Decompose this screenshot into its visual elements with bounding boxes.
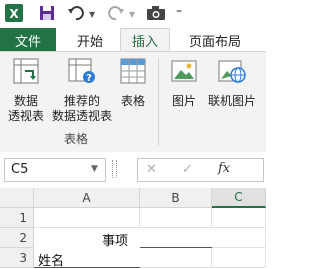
picture-label: 图片 bbox=[171, 94, 196, 108]
cell-a2[interactable]: 事项 bbox=[34, 228, 140, 249]
row-header-3[interactable]: 3 bbox=[0, 248, 34, 268]
name-box-dropdown-icon[interactable]: ▼ bbox=[91, 164, 98, 174]
worksheet-grid: A B C 1 2 3 事项 姓名 bbox=[0, 188, 266, 269]
camera-icon[interactable] bbox=[146, 3, 166, 23]
title-bar: X ▼ ▼ ⁼ bbox=[0, 0, 266, 28]
cell-b1[interactable] bbox=[140, 208, 212, 228]
quick-access-customize-icon[interactable]: ⁼ bbox=[176, 6, 182, 20]
undo-dropdown-icon[interactable]: ▼ bbox=[89, 10, 95, 19]
enter-icon[interactable]: ✓ bbox=[182, 162, 193, 177]
online-picture-icon bbox=[218, 58, 246, 88]
svg-text:?: ? bbox=[86, 73, 92, 84]
cell-b3[interactable] bbox=[140, 248, 212, 268]
name-box-value: C5 bbox=[11, 162, 29, 177]
recommended-pivot-icon: ? bbox=[68, 58, 96, 88]
column-header-a[interactable]: A bbox=[34, 188, 140, 208]
ribbon-tab-bar: 文件 开始 插入 页面布局 bbox=[0, 28, 266, 52]
cell-b2[interactable] bbox=[140, 228, 212, 248]
excel-app-icon[interactable]: X bbox=[4, 3, 24, 23]
cell-a3[interactable]: 姓名 bbox=[34, 248, 140, 269]
table-icon bbox=[120, 58, 146, 88]
row-header-1[interactable]: 1 bbox=[0, 208, 34, 228]
tab-insert[interactable]: 插入 bbox=[120, 28, 170, 52]
column-header-c[interactable]: C bbox=[212, 188, 266, 208]
table-button[interactable]: 表格 bbox=[116, 58, 150, 128]
table-label: 表格 bbox=[120, 94, 145, 108]
redo-dropdown-icon[interactable]: ▼ bbox=[129, 10, 135, 19]
picture-icon bbox=[171, 58, 197, 88]
name-box[interactable]: C5 ▼ bbox=[4, 158, 106, 182]
tab-file[interactable]: 文件 bbox=[0, 28, 56, 52]
online-picture-button[interactable]: 联机图片 bbox=[204, 58, 260, 128]
row-header-2[interactable]: 2 bbox=[0, 228, 34, 248]
undo-icon[interactable] bbox=[66, 3, 86, 23]
formula-bar-resize-handle[interactable] bbox=[112, 160, 117, 178]
select-all-corner[interactable] bbox=[0, 188, 34, 208]
group-separator bbox=[158, 58, 159, 146]
cell-c2[interactable] bbox=[212, 228, 266, 248]
tab-home[interactable]: 开始 bbox=[64, 28, 116, 52]
online-picture-label: 联机图片 bbox=[207, 94, 256, 108]
recommended-pivot-label-line2: 数据透视表 bbox=[51, 109, 112, 123]
ribbon-insert-panel: 数据 透视表 ? 推荐的 数据透视表 表格 表格 图片 联机图片 bbox=[0, 51, 266, 153]
insert-function-icon[interactable]: fx bbox=[218, 161, 230, 176]
svg-text:X: X bbox=[9, 7, 19, 21]
redo-icon[interactable] bbox=[106, 3, 126, 23]
group-label-tables: 表格 bbox=[64, 132, 89, 146]
column-header-b[interactable]: B bbox=[140, 188, 212, 208]
recommended-pivot-tables-button[interactable]: ? 推荐的 数据透视表 bbox=[50, 58, 114, 128]
recommended-pivot-label-line1: 推荐的 bbox=[63, 94, 100, 108]
cell-a1[interactable] bbox=[34, 208, 140, 228]
tab-page-layout[interactable]: 页面布局 bbox=[176, 28, 254, 52]
pivot-table-label-line1: 数据 bbox=[13, 94, 38, 108]
cell-a3-text: 姓名 bbox=[38, 254, 65, 269]
pivot-table-button[interactable]: 数据 透视表 bbox=[4, 58, 48, 128]
pivot-table-label-line2: 透视表 bbox=[7, 109, 44, 123]
cell-c1[interactable] bbox=[212, 208, 266, 228]
pivot-table-icon bbox=[13, 58, 39, 88]
cell-c3[interactable] bbox=[212, 248, 266, 268]
cancel-icon[interactable]: ✕ bbox=[146, 162, 157, 177]
picture-button[interactable]: 图片 bbox=[166, 58, 202, 128]
formula-controls: ✕ ✓ fx bbox=[137, 158, 264, 182]
save-icon[interactable] bbox=[37, 3, 57, 23]
cell-a2-text: 事项 bbox=[102, 234, 129, 249]
